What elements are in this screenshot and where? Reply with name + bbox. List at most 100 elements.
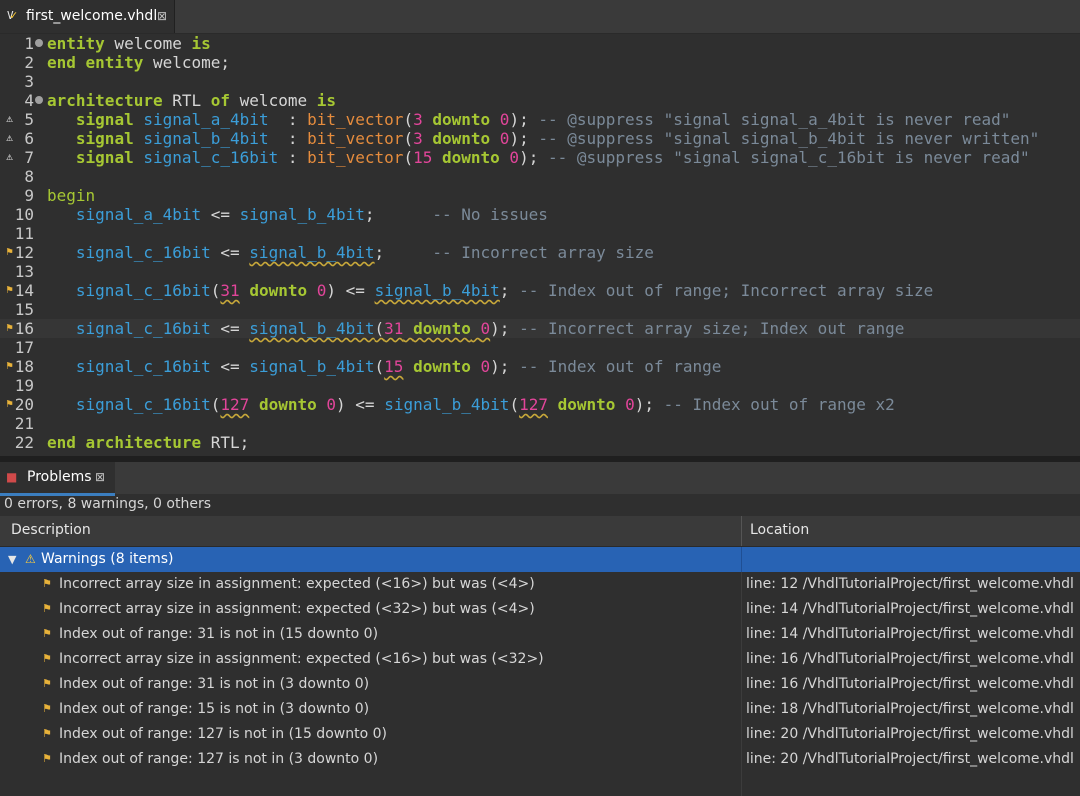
code-line[interactable]: 14 signal_c_16bit(31 downto 0) <= signal… xyxy=(0,281,1080,300)
line-number: 18 xyxy=(14,357,34,376)
problem-row[interactable]: ⚑ Index out of range: 127 is not in (3 do… xyxy=(0,747,1080,772)
code-token: ( xyxy=(374,357,385,376)
code-line[interactable]: 1 entity welcome is xyxy=(0,34,1080,53)
code-text: begin xyxy=(47,186,95,205)
code-token: 3 xyxy=(413,129,423,148)
code-line[interactable]: 4 architecture RTL of welcome is xyxy=(0,91,1080,110)
code-token: bit_vector xyxy=(307,148,404,167)
code-line[interactable]: 3 xyxy=(0,72,1080,91)
code-line[interactable]: 12 signal_c_16bit <= signal_b_4bit; -- I… xyxy=(0,243,1080,262)
warning-marker-icon: ⚑ xyxy=(42,627,52,640)
code-token: downto xyxy=(249,281,308,300)
code-token: 31 xyxy=(384,319,404,338)
code-token: signal_c_16bit xyxy=(143,148,279,167)
code-token: architecture xyxy=(47,91,163,110)
code-text: signal_c_16bit <= signal_b_4bit(31 downt… xyxy=(47,319,904,338)
code-token: ); xyxy=(509,110,539,129)
line-number: 6 xyxy=(24,129,34,148)
code-token: 0 xyxy=(509,148,520,167)
tab-problems[interactable]: ■ Problems ⊠ xyxy=(0,462,115,496)
problem-location: line: 16 /VhdlTutorialProject/first_welc… xyxy=(746,651,1074,667)
code-token: -- @suppress "signal signal_b_4bit is ne… xyxy=(538,129,1040,148)
column-header-description[interactable]: Description xyxy=(11,522,91,538)
code-text: signal_c_16bit <= signal_b_4bit(15 downt… xyxy=(47,357,721,376)
line-number: 20 xyxy=(14,395,34,414)
column-divider[interactable] xyxy=(741,516,742,546)
problems-table-header: Description Location xyxy=(0,516,1080,547)
code-line[interactable]: 13 xyxy=(0,262,1080,281)
code-line[interactable]: 18 signal_c_16bit <= signal_b_4bit(15 do… xyxy=(0,357,1080,376)
code-line[interactable]: 17 xyxy=(0,338,1080,357)
chevron-down-icon[interactable]: ▼ xyxy=(8,553,16,566)
line-number: 9 xyxy=(24,186,34,205)
fold-toggle-icon[interactable] xyxy=(35,39,43,47)
problem-row[interactable]: ⚑ Incorrect array size in assignment: exp… xyxy=(0,647,1080,672)
code-line[interactable]: 19 xyxy=(0,376,1080,395)
warnings-group-row[interactable]: ▼ ⚠ Warnings (8 items) xyxy=(0,547,1080,572)
column-divider xyxy=(741,572,742,796)
code-line[interactable]: 16 signal_c_16bit <= signal_b_4bit(31 do… xyxy=(0,319,1080,338)
code-line[interactable]: 6 signal signal_b_4bit : bit_vector(3 do… xyxy=(0,129,1080,148)
fold-toggle-icon[interactable] xyxy=(35,96,43,104)
code-token: entity xyxy=(47,34,105,53)
code-token: 127 xyxy=(220,395,250,414)
code-line[interactable]: 11 xyxy=(0,224,1080,243)
problem-row[interactable]: ⚑ Incorrect array size in assignment: exp… xyxy=(0,597,1080,622)
close-icon[interactable]: ⊠ xyxy=(95,470,105,484)
code-line[interactable]: 5 signal signal_a_4bit : bit_vector(3 do… xyxy=(0,110,1080,129)
code-token: -- @suppress "signal signal_a_4bit is ne… xyxy=(538,110,1011,129)
code-token: 0 xyxy=(480,357,491,376)
code-token: <= xyxy=(210,243,250,262)
code-text: signal signal_c_16bit : bit_vector(15 do… xyxy=(47,148,1030,167)
code-line[interactable]: 20 signal_c_16bit(127 downto 0) <= signa… xyxy=(0,395,1080,414)
code-token: bit_vector xyxy=(307,110,404,129)
code-token: 0 xyxy=(499,110,510,129)
problem-description: Incorrect array size in assignment: expe… xyxy=(59,651,544,667)
close-icon[interactable]: ⊠ xyxy=(157,9,167,23)
code-token: signal_b_4bit xyxy=(143,129,269,148)
code-token: signal_c_16bit xyxy=(75,319,211,338)
code-token: -- Index out of range; Incorrect array s… xyxy=(519,281,934,300)
code-line[interactable]: 9 begin xyxy=(0,186,1080,205)
problem-row[interactable]: ⚑ Index out of range: 31 is not in (15 do… xyxy=(0,622,1080,647)
code-line[interactable]: 10 signal_a_4bit <= signal_b_4bit; -- No… xyxy=(0,205,1080,224)
code-line[interactable]: 21 xyxy=(0,414,1080,433)
line-number: 19 xyxy=(14,376,34,395)
problem-location: line: 16 /VhdlTutorialProject/first_welc… xyxy=(746,676,1074,692)
code-token: ( xyxy=(403,129,414,148)
line-number: 5 xyxy=(24,110,34,129)
code-token: downto xyxy=(413,319,471,338)
code-line[interactable]: 8 xyxy=(0,167,1080,186)
code-line[interactable]: 7 signal signal_c_16bit : bit_vector(15 … xyxy=(0,148,1080,167)
code-token: -- Index out of range x2 xyxy=(663,395,895,414)
code-token: 127 xyxy=(519,395,548,414)
code-line[interactable]: 22 end architecture RTL; xyxy=(0,433,1080,452)
code-text: entity welcome is xyxy=(47,34,211,53)
code-line[interactable]: 2 end entity welcome; xyxy=(0,53,1080,72)
code-line[interactable]: 15 xyxy=(0,300,1080,319)
problem-row[interactable]: ⚑ Incorrect array size in assignment: exp… xyxy=(0,572,1080,597)
code-token: RTL xyxy=(162,91,211,110)
problem-row[interactable]: ⚑ Index out of range: 15 is not in (3 dow… xyxy=(0,697,1080,722)
code-token: downto xyxy=(413,357,471,376)
code-editor[interactable]: 1 entity welcome is 2 end entity welcome; 3 4… xyxy=(0,34,1080,456)
problem-description: Incorrect array size in assignment: expe… xyxy=(59,601,535,617)
column-header-location[interactable]: Location xyxy=(750,522,809,538)
problem-location: line: 18 /VhdlTutorialProject/first_welc… xyxy=(746,701,1074,717)
warning-marker-icon: ⚑ xyxy=(42,752,52,765)
code-token: signal_b_4bit xyxy=(384,395,510,414)
code-token: downto xyxy=(557,395,616,414)
editor-tab-first-welcome[interactable]: V first_welcome.vhdl ⊠ xyxy=(0,0,175,33)
problem-row[interactable]: ⚑ Index out of range: 127 is not in (15 d… xyxy=(0,722,1080,747)
problem-row[interactable]: ⚑ Index out of range: 31 is not in (3 dow… xyxy=(0,672,1080,697)
code-token: ) <= xyxy=(336,395,385,414)
